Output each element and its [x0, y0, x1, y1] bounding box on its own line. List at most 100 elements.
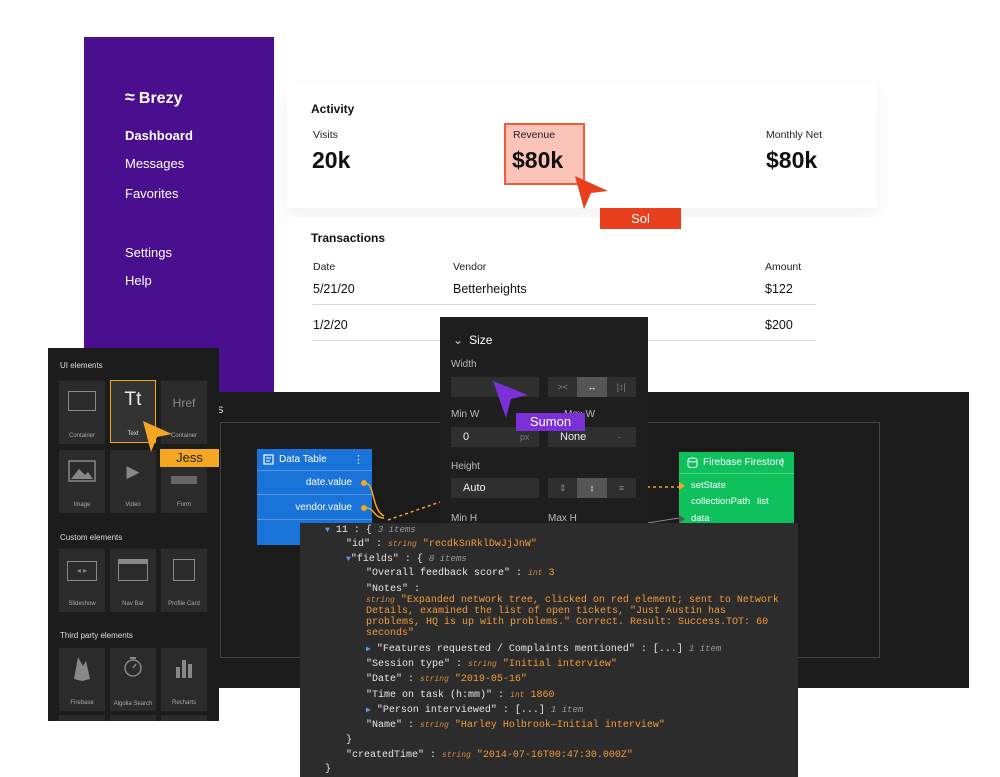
- palette-tile-partial: [161, 715, 207, 721]
- node-divider: [257, 494, 372, 495]
- fixed-vertical-icon[interactable]: ≡: [607, 478, 636, 498]
- visits-value: 20k: [312, 147, 351, 173]
- tile-label: Slideshow: [68, 601, 96, 607]
- port-arrow-icon: [679, 515, 685, 523]
- tile-label: Recharts: [171, 700, 196, 706]
- json-value: "2014-07-16T00:47:30.000Z": [476, 750, 633, 761]
- json-row[interactable]: "id" : string "recdkSnRklDwJjJnW": [346, 539, 537, 550]
- database-icon: [687, 457, 698, 468]
- shrink-vertical-icon[interactable]: ⇕: [548, 478, 577, 498]
- json-count: 8 items: [428, 554, 467, 564]
- more-icon[interactable]: ⋮: [353, 453, 364, 466]
- nav-item-settings[interactable]: Settings: [125, 245, 172, 260]
- json-row[interactable]: ▼"fields" : { 8 items: [346, 554, 467, 565]
- nav-item-help[interactable]: Help: [125, 273, 152, 288]
- brezy-logo[interactable]: ≈ Brezy: [125, 87, 182, 108]
- json-key: "Date": [366, 674, 403, 685]
- json-value: "Expanded network tree, clicked on red e…: [400, 595, 779, 606]
- json-row[interactable]: "Notes" :: [366, 584, 420, 595]
- href-icon: Href: [172, 396, 196, 410]
- collectionpath-port[interactable]: collectionPath: [691, 496, 750, 507]
- algolia-search-element[interactable]: Algolia Search: [110, 648, 156, 711]
- collapse-triangle-icon[interactable]: ▼: [325, 526, 330, 535]
- table-cell-vendor[interactable]: Betterheights: [453, 282, 527, 296]
- json-value: problems, HQ is up with problems." Corre…: [366, 617, 769, 628]
- expand-triangle-icon[interactable]: ▶: [366, 706, 371, 715]
- firestore-node[interactable]: Firebase Firestore ⋮ setState collection…: [679, 452, 794, 526]
- table-icon: [263, 454, 274, 465]
- height-input[interactable]: Auto: [451, 478, 539, 498]
- max-w-unit: -: [618, 432, 621, 442]
- sol-cursor-label: Sol: [600, 208, 681, 229]
- stretch-vertical-icon[interactable]: ↕: [577, 478, 607, 498]
- stretch-icon[interactable]: ↔: [577, 377, 607, 397]
- json-value: 1860: [530, 690, 555, 701]
- json-value: "recdkSnRklDwJjJnW": [422, 539, 537, 550]
- width-mode-toggle[interactable]: >< ↔ |↕|: [548, 377, 636, 397]
- container-element[interactable]: Container: [59, 381, 105, 444]
- profile-card-element[interactable]: Profile Card: [161, 549, 207, 612]
- palette-tile-partial: [59, 715, 105, 721]
- firebase-element[interactable]: Firebase: [59, 648, 105, 711]
- tile-label: Container: [68, 433, 95, 439]
- nav-item-messages[interactable]: Messages: [125, 156, 184, 171]
- vendor-value-port[interactable]: vendor.value: [295, 502, 352, 513]
- height-mode-toggle[interactable]: ⇕ ↕ ≡: [548, 478, 636, 498]
- slideshow-element[interactable]: ◂ ▸ Slideshow: [59, 549, 105, 612]
- monthly-net-value: $80k: [766, 147, 818, 173]
- firestore-title: Firebase Firestore: [703, 457, 785, 468]
- palette-section-title: Third party elements: [60, 631, 133, 640]
- container-icon: [68, 391, 96, 411]
- table-cell-date[interactable]: 5/21/20: [313, 282, 355, 296]
- json-row[interactable]: "Time on task (h:mm)" : int 1860: [366, 690, 554, 701]
- row-divider: [313, 304, 816, 305]
- json-row[interactable]: ▶ "Person interviewed" : [...] 1 item: [366, 705, 583, 716]
- revenue-label: Revenue: [513, 129, 556, 141]
- json-root-row[interactable]: ▼ 11 : { 3 items: [325, 525, 416, 536]
- min-w-label: Min W: [451, 409, 480, 420]
- collectionpath-type: list: [757, 496, 769, 507]
- json-count: 1 item: [550, 705, 584, 715]
- tile-label: Algolia Search: [113, 701, 153, 707]
- setstate-port[interactable]: setState: [691, 480, 726, 491]
- nav-item-dashboard[interactable]: Dashboard: [125, 128, 193, 143]
- size-title: Size: [469, 333, 493, 347]
- json-row[interactable]: "Date" : string "2019-05-16": [366, 674, 527, 685]
- stopwatch-icon: [124, 657, 142, 677]
- image-element[interactable]: Image: [59, 450, 105, 513]
- table-cell-amount[interactable]: $200: [765, 318, 793, 332]
- video-element[interactable]: ▶ Video: [110, 450, 156, 513]
- slideshow-icon: ◂ ▸: [67, 561, 97, 581]
- table-cell-amount[interactable]: $122: [765, 282, 793, 296]
- json-row[interactable]: "createdTime" : string "2014-07-16T00:47…: [346, 750, 633, 761]
- json-value: "2019-05-16": [454, 674, 527, 685]
- date-value-port[interactable]: date.value: [306, 477, 352, 488]
- json-value: "Initial interview": [502, 659, 617, 670]
- expand-triangle-icon[interactable]: ▶: [366, 645, 371, 654]
- jess-cursor-label: Jess: [160, 449, 219, 467]
- nav-item-favorites[interactable]: Favorites: [125, 186, 178, 201]
- json-row[interactable]: "Name" : string "Harley Holbrook—Initial…: [366, 720, 665, 731]
- json-row[interactable]: ▶ "Features requested / Complaints menti…: [366, 644, 721, 655]
- bar-chart-icon: [176, 660, 192, 678]
- json-row[interactable]: "Overall feedback score" : int 3: [366, 568, 554, 579]
- tile-label: Profile Card: [168, 601, 200, 607]
- nav-bar-element[interactable]: Nav Bar: [110, 549, 156, 612]
- form-icon: [171, 476, 197, 484]
- fixed-icon[interactable]: |↕|: [607, 377, 636, 397]
- recharts-element[interactable]: Recharts: [161, 648, 207, 711]
- json-brace: }: [346, 735, 353, 746]
- table-cell-date[interactable]: 1/2/20: [313, 318, 348, 332]
- json-type: string "Expanded network tree, clicked o…: [366, 595, 779, 606]
- json-row[interactable]: "Session type" : string "Initial intervi…: [366, 659, 617, 670]
- json-key: "fields": [350, 554, 399, 565]
- size-section-header[interactable]: ⌄ Size: [453, 333, 492, 347]
- palette-section-title: Custom elements: [60, 533, 123, 542]
- chevron-down-icon: ⌄: [453, 333, 464, 347]
- json-viewer[interactable]: ▼ 11 : { 3 items "id" : string "recdkSnR…: [300, 523, 798, 777]
- more-icon[interactable]: ⋮: [777, 456, 788, 469]
- json-key: "Session type": [366, 659, 451, 670]
- shrink-icon[interactable]: ><: [548, 377, 577, 397]
- json-value: seconds": [366, 628, 415, 639]
- json-key: "Time on task (h:mm)": [366, 690, 493, 701]
